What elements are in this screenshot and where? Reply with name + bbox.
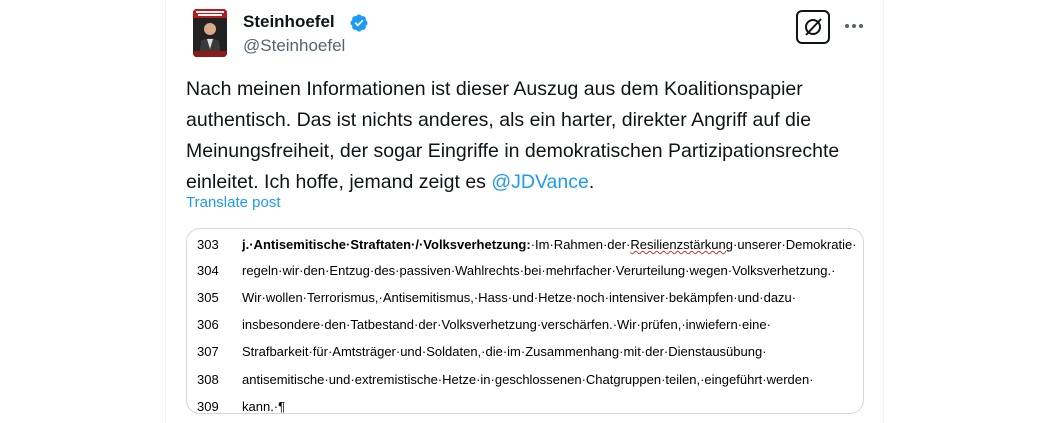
grok-icon [805,18,822,36]
line-number: 303 [197,237,219,252]
line-text: antisemitische·und·extremistische·Hetze·… [242,372,814,387]
verified-badge-icon [350,14,368,32]
line-number: 308 [197,372,219,387]
mention-link[interactable]: @JDVance [491,171,588,193]
more-horizontal-icon [845,24,863,28]
handle[interactable]: @Steinhoefel [243,36,345,56]
post-text: Nach meinen Informationen ist dieser Aus… [186,74,876,198]
post-text-end: . [588,171,595,193]
line-number: 307 [197,344,219,359]
more-button[interactable] [842,14,866,38]
line-text-underlined: Resilienzstärkung [630,237,733,252]
translate-post-link[interactable]: Translate post [186,194,281,211]
line-number: 305 [197,290,219,305]
grok-button[interactable] [796,10,830,44]
line-text: regeln·wir·den·Entzug·des·passiven·Wahlr… [242,263,836,278]
line-text: kann.·¶ [242,399,286,414]
line-text: Wir·wollen·Terrorismus,·Antisemitismus,·… [242,290,797,305]
line-number: 309 [197,399,219,414]
document-line: 305 Wir·wollen·Terrorismus,·Antisemitism… [187,290,863,316]
avatar-image [193,9,227,57]
avatar[interactable] [193,9,227,57]
post-image[interactable]: 303 j.·Antisemitische·Straftaten·/·Volks… [186,228,864,414]
line-text-post: ·unserer·Demokratie· [733,237,857,252]
line-number: 304 [197,263,219,278]
line-text-bold: j.·Antisemitische·Straftaten·/·Volksverh… [242,237,531,252]
document-line: 308 antisemitische·und·extremistische·He… [187,372,863,398]
document-line: 304 regeln·wir·den·Entzug·des·passiven·W… [187,263,863,289]
document-line: 309 kann.·¶ [187,399,863,414]
display-name[interactable]: Steinhoefel [243,12,335,32]
line-text: j.·Antisemitische·Straftaten·/·Volksverh… [242,237,857,252]
line-text: Strafbarkeit·für·Amtsträger·und·Soldaten… [242,344,767,359]
line-text-pre: ·Im·Rahmen·der· [530,237,631,252]
document-line: 306 insbesondere·den·Tatbestand·der·Volk… [187,317,863,343]
line-text: insbesondere·den·Tatbestand·der·Volksver… [242,317,771,332]
line-number: 306 [197,317,219,332]
document-line: 307 Strafbarkeit·für·Amtsträger·und·Sold… [187,344,863,370]
document-line: 303 j.·Antisemitische·Straftaten·/·Volks… [187,237,863,263]
